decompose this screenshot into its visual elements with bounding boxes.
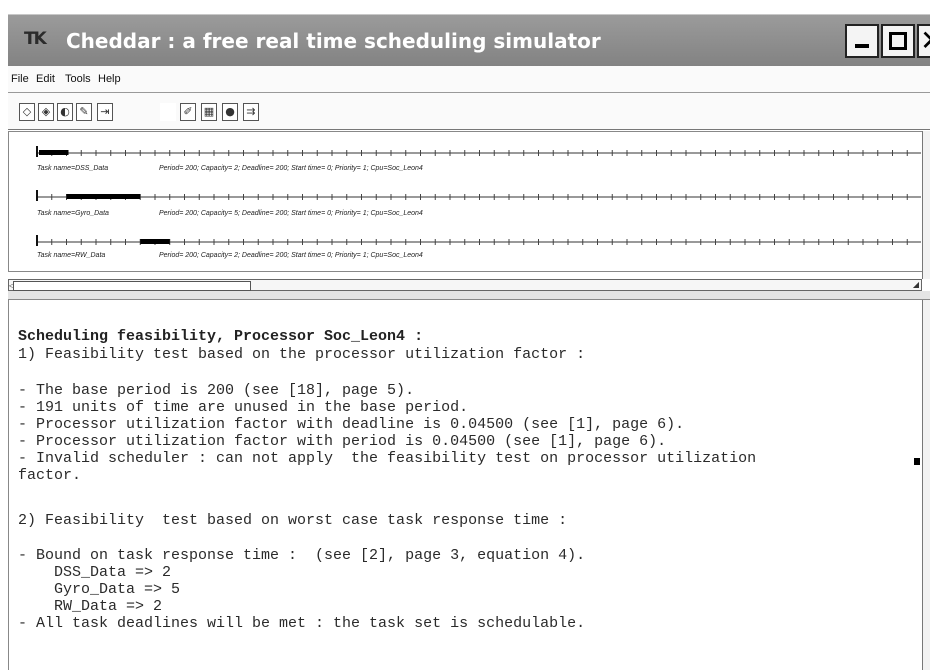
toolbar-separator: [160, 103, 176, 121]
report-line: - Invalid scheduler : can not apply the …: [18, 450, 757, 467]
task-info-dss: Period= 200; Capacity= 2; Deadline= 200;…: [159, 165, 423, 172]
menu-file[interactable]: File: [11, 73, 29, 85]
report-line: - Bound on task response time : (see [2]…: [18, 547, 586, 564]
scroll-right-arrow-icon[interactable]: ◢: [913, 280, 919, 289]
report-line: - The base period is 200 (see [18], page…: [18, 382, 415, 399]
title-bar: TK Cheddar : a free real time scheduling…: [8, 14, 930, 67]
close-button[interactable]: ✕: [917, 24, 930, 58]
task-info-gyro: Period= 200; Capacity= 5; Deadline= 200;…: [159, 210, 423, 217]
task-execution-bar: [39, 150, 69, 155]
report-line: 1) Feasibility test based on the process…: [18, 346, 586, 363]
scroll-thumb[interactable]: [13, 281, 251, 291]
report-line: - Processor utilization factor with dead…: [18, 416, 685, 433]
run-icon[interactable]: ✐: [180, 103, 196, 121]
report-line: DSS_Data => 2: [18, 564, 172, 581]
minimize-icon: [855, 44, 869, 48]
menu-tools[interactable]: Tools: [65, 73, 91, 85]
task-info-rw: Period= 200; Capacity= 2; Deadline= 200;…: [159, 252, 423, 259]
task-label-rw: Task name=RW_Data: [37, 252, 106, 259]
simulate-icon[interactable]: ●: [222, 103, 238, 121]
feasibility-report-panel[interactable]: Scheduling feasibility, Processor Soc_Le…: [8, 300, 923, 670]
close-icon: ✕: [920, 24, 930, 57]
tk-logo-icon: TK: [24, 29, 47, 49]
task-label-gyro: Task name=Gyro_Data: [37, 210, 109, 217]
timeline-horizontal-scrollbar[interactable]: ◁ ◢: [8, 279, 922, 291]
report-vertical-scrollbar[interactable]: [922, 300, 930, 670]
import-icon[interactable]: ⇥: [97, 103, 113, 121]
report-line: Gyro_Data => 5: [18, 581, 181, 598]
new-file-icon[interactable]: ◇: [19, 103, 35, 121]
report-line: RW_Data => 2: [18, 598, 163, 615]
report-line: factor.: [18, 467, 82, 484]
open-file-icon[interactable]: ◈: [38, 103, 54, 121]
edit-icon[interactable]: ✎: [76, 103, 92, 121]
maximize-button[interactable]: [881, 24, 915, 58]
minimize-button[interactable]: [845, 24, 879, 58]
report-line: - 191 units of time are unused in the ba…: [18, 399, 469, 416]
menu-edit[interactable]: Edit: [36, 73, 55, 85]
report-line: 2) Feasibility test based on worst case …: [18, 512, 568, 529]
menu-help[interactable]: Help: [98, 73, 121, 85]
maximize-icon: [889, 32, 907, 50]
scheduling-timeline-panel[interactable]: Task name=DSS_Data Period= 200; Capacity…: [8, 131, 923, 272]
text-cursor-marker: [914, 458, 920, 465]
analysis-icon[interactable]: ▦: [201, 103, 217, 121]
task-execution-bar: [66, 194, 141, 199]
report-line: - All task deadlines will be met : the t…: [18, 615, 586, 632]
panel-splitter[interactable]: [8, 291, 930, 300]
export-icon[interactable]: ⇉: [243, 103, 259, 121]
toolbar: ◇ ◈ ◐ ✎ ⇥ ✐ ▦ ● ⇉: [8, 93, 930, 130]
report-heading: Scheduling feasibility, Processor Soc_Le…: [18, 328, 424, 345]
task-label-dss: Task name=DSS_Data: [37, 165, 109, 172]
menu-bar: File Edit Tools Help: [8, 66, 930, 93]
gantt-chart: [36, 146, 921, 246]
task-execution-bar: [140, 239, 170, 244]
report-line: - Processor utilization factor with peri…: [18, 433, 667, 450]
save-file-icon[interactable]: ◐: [57, 103, 73, 121]
timeline-vertical-scrollbar[interactable]: [922, 131, 930, 279]
window-title: Cheddar : a free real time scheduling si…: [66, 29, 601, 53]
